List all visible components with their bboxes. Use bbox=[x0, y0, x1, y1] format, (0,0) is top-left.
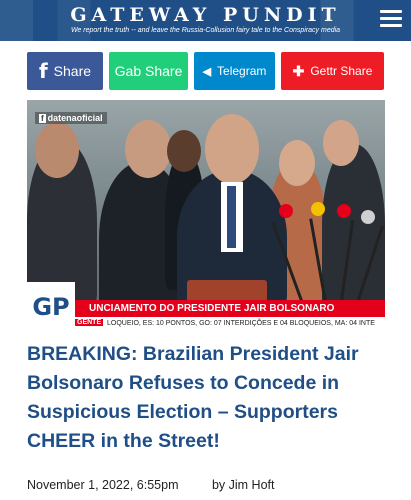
telegram-icon: ◀ bbox=[202, 65, 212, 78]
gab-share-label: Gab Share bbox=[114, 63, 183, 79]
person-head bbox=[323, 120, 359, 166]
news-ticker: GENTE LOQUEIO, ES: 10 PONTOS, GO: 07 INT… bbox=[27, 317, 385, 331]
site-header: GATEWAY PUNDIT We report the truth -- an… bbox=[0, 0, 411, 41]
gettr-share-button[interactable]: ✚ Gettr Share bbox=[281, 52, 384, 90]
facebook-share-label: Share bbox=[53, 63, 92, 79]
ticker-text: LOQUEIO, ES: 10 PONTOS, GO: 07 INTERDIÇÕ… bbox=[107, 320, 375, 327]
telegram-share-button[interactable]: ◀ Telegram bbox=[194, 52, 275, 90]
gp-logo-text: GP bbox=[32, 292, 70, 321]
telegram-share-label: Telegram bbox=[217, 64, 267, 78]
article-featured-image[interactable]: f datenaoficial UNCIAMENTO DO PRESIDENTE … bbox=[27, 100, 385, 331]
facebook-share-button[interactable]: f Share bbox=[27, 52, 103, 90]
person-head bbox=[279, 140, 315, 186]
lower-third-text: UNCIAMENTO DO PRESIDENTE JAIR BOLSONARO bbox=[89, 303, 335, 314]
microphone bbox=[361, 210, 375, 224]
facebook-icon: f bbox=[39, 114, 46, 123]
article-meta: November 1, 2022, 6:55pm by Jim Hoft bbox=[27, 478, 274, 492]
site-logo[interactable]: GATEWAY PUNDIT bbox=[0, 4, 411, 26]
author-byline[interactable]: by Jim Hoft bbox=[212, 478, 275, 492]
gettr-share-label: Gettr Share bbox=[310, 64, 373, 78]
microphone bbox=[337, 204, 351, 218]
gettr-icon: ✚ bbox=[292, 62, 305, 79]
microphone bbox=[279, 204, 293, 218]
person-figure bbox=[322, 144, 385, 314]
news-lower-third: UNCIAMENTO DO PRESIDENTE JAIR BOLSONARO bbox=[27, 300, 385, 317]
gab-share-button[interactable]: Gab Share bbox=[109, 52, 188, 90]
menu-bar bbox=[380, 10, 402, 13]
ticker-tag: GENTE bbox=[75, 319, 104, 326]
menu-bar bbox=[380, 24, 402, 27]
person-head bbox=[167, 130, 201, 172]
watermark-text: datenaoficial bbox=[47, 113, 103, 123]
person-head bbox=[125, 120, 171, 178]
hamburger-menu-icon[interactable] bbox=[380, 10, 402, 28]
article-headline[interactable]: BREAKING: Brazilian President Jair Bolso… bbox=[27, 340, 389, 456]
menu-bar bbox=[380, 17, 402, 20]
microphone bbox=[311, 202, 325, 216]
facebook-icon: f bbox=[38, 59, 48, 83]
person-figure bbox=[227, 186, 236, 248]
site-tagline: We report the truth -- and leave the Rus… bbox=[70, 27, 341, 34]
publish-date: November 1, 2022, 6:55pm bbox=[27, 478, 179, 492]
person-head bbox=[205, 114, 259, 184]
source-watermark: f datenaoficial bbox=[35, 112, 107, 124]
person-head bbox=[35, 122, 79, 178]
gp-logo-badge: GP bbox=[27, 282, 75, 331]
